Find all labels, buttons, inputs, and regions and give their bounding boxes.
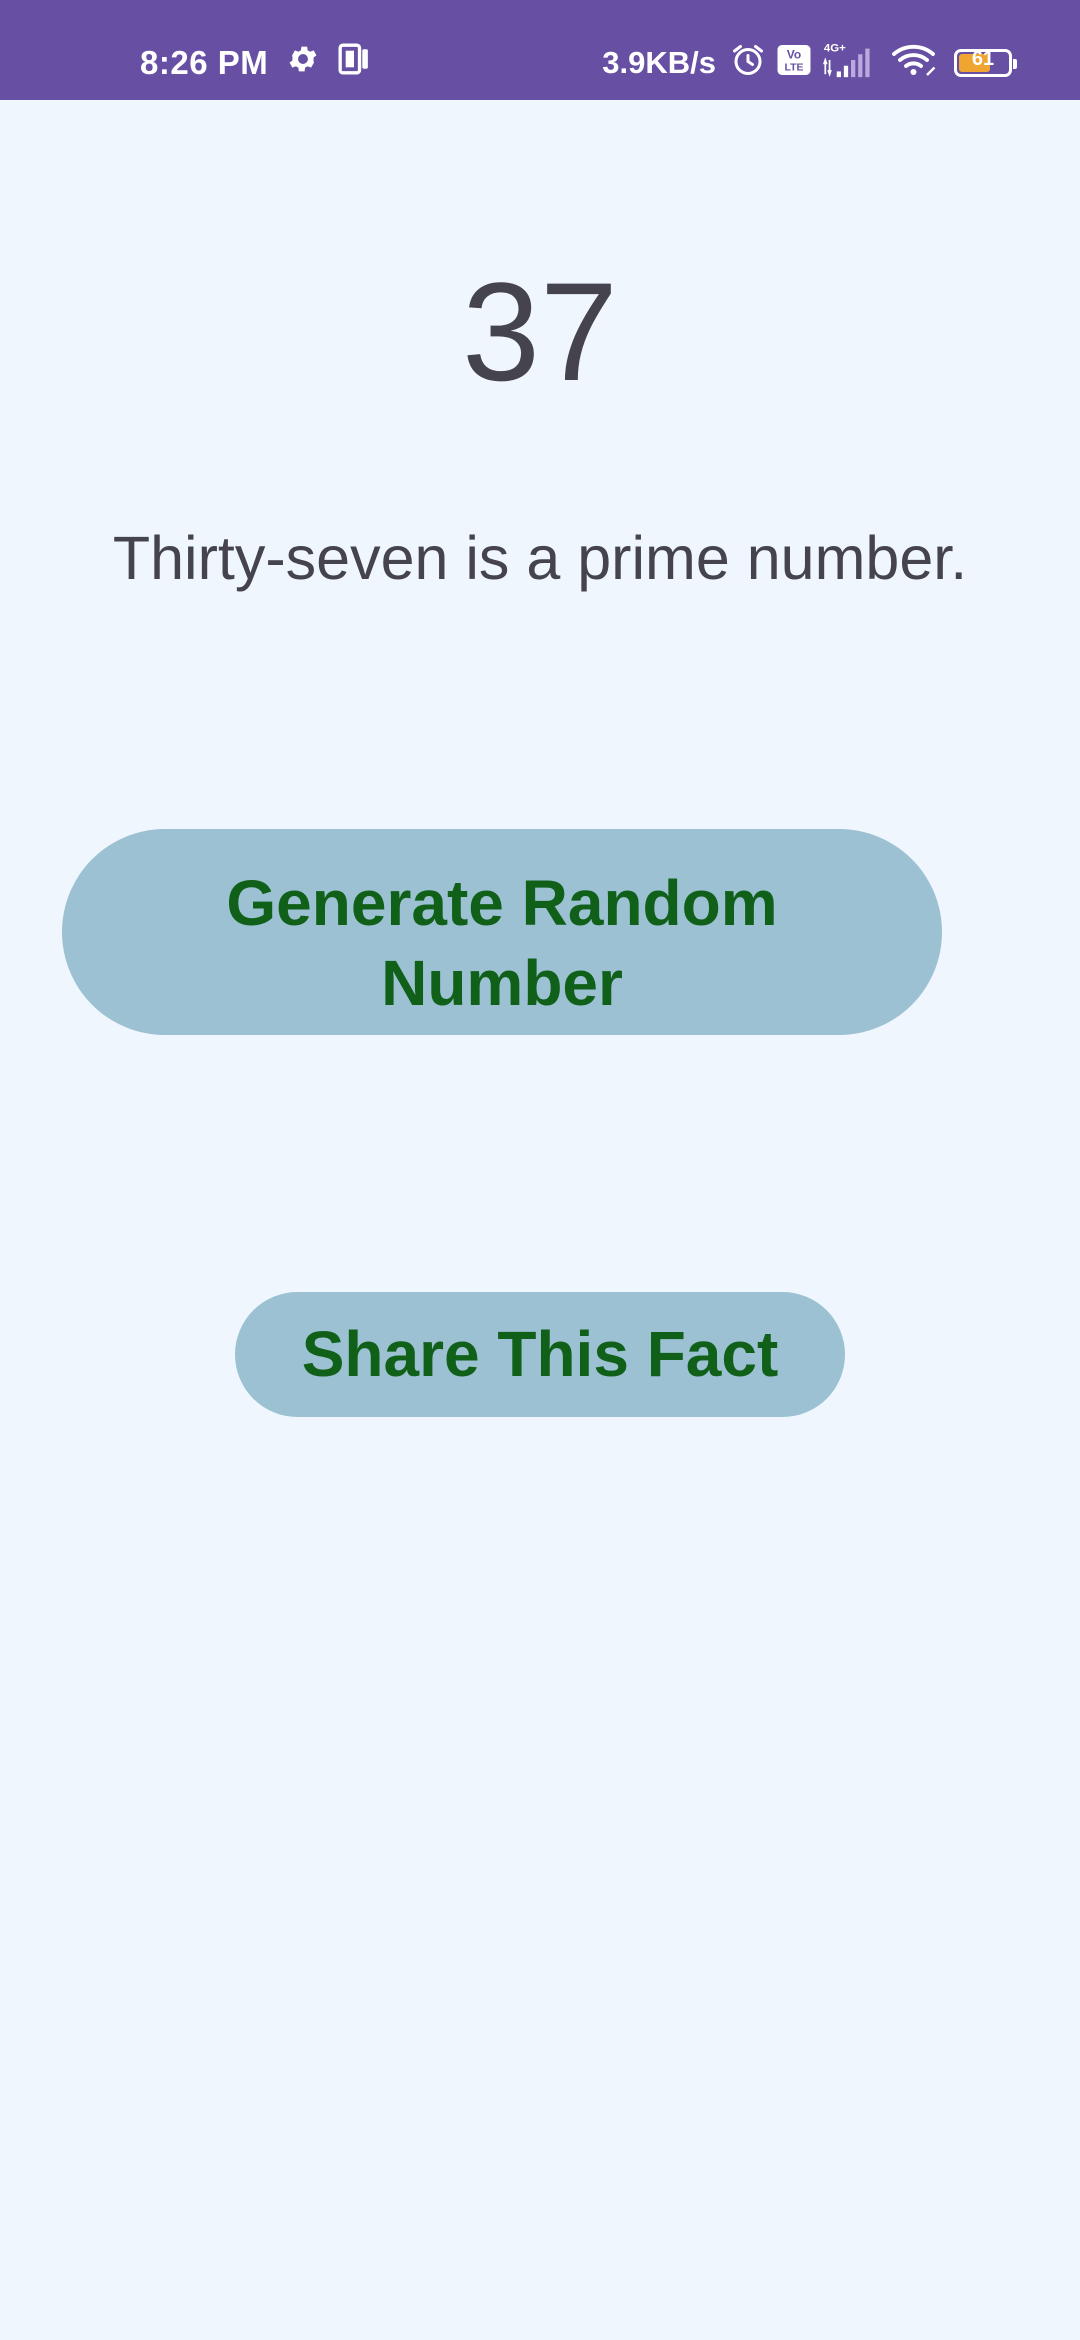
phone-screen-icon [336, 42, 372, 81]
battery-level: 61 [971, 47, 995, 70]
alarm-icon [730, 42, 766, 83]
random-number: 37 [462, 253, 618, 410]
battery-icon: 61 [954, 47, 1017, 77]
number-fact: Thirty-seven is a prime number. [112, 524, 968, 592]
network-speed: 3.9KB/s [602, 44, 716, 80]
gear-icon [286, 42, 320, 81]
status-bar: 8:26 PM 3.9KB/s Vo LTE 4G+ 61 [0, 0, 1080, 100]
generate-button-label: Generate Random Number [226, 867, 778, 1019]
svg-text:Vo: Vo [787, 48, 801, 62]
share-fact-button[interactable]: Share This Fact [235, 1292, 845, 1417]
signal-icon: 4G+ [822, 40, 880, 85]
status-time: 8:26 PM [140, 44, 269, 81]
svg-text:4G+: 4G+ [824, 42, 846, 54]
status-right-icons: 3.9KB/s Vo LTE 4G+ 61 [602, 40, 1017, 85]
status-left-icons [286, 42, 372, 81]
svg-text:LTE: LTE [784, 62, 803, 74]
wifi-icon [890, 42, 940, 83]
volte-icon: Vo LTE [776, 43, 812, 82]
generate-random-number-button[interactable]: Generate Random Number [62, 829, 942, 1035]
battery-tip [1013, 58, 1017, 69]
